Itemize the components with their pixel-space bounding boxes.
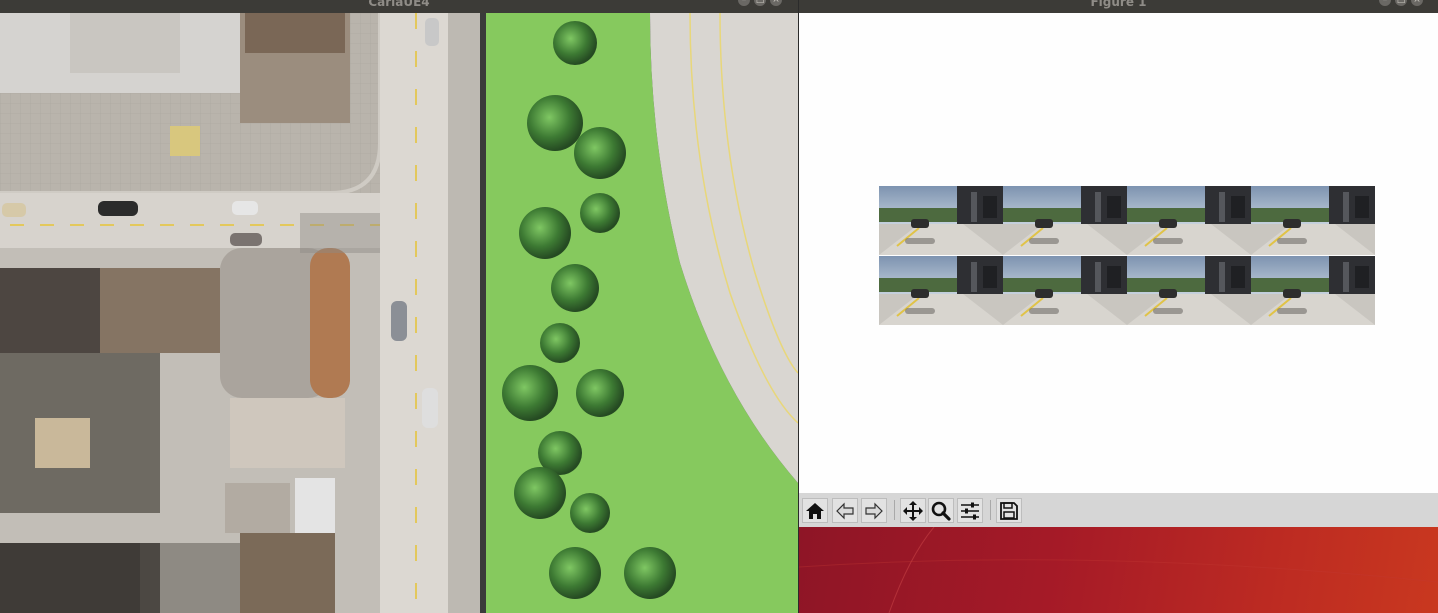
floppy-disk-icon — [1000, 501, 1018, 520]
camera-image-4 — [1251, 186, 1375, 255]
configure-subplots-button[interactable] — [957, 498, 983, 523]
camera-image-8 — [1251, 256, 1375, 325]
camera-image-1 — [879, 186, 1003, 255]
desktop-wallpaper — [799, 527, 1438, 613]
carla-top-down-view[interactable] — [0, 13, 798, 613]
back-button[interactable] — [832, 498, 858, 523]
move-icon — [903, 500, 923, 521]
camera-image-grid — [879, 186, 1375, 325]
carla-titlebar: CarlaUE4 – □ × — [0, 0, 798, 13]
arrow-right-icon — [865, 502, 883, 519]
camera-image-7 — [1127, 256, 1251, 325]
close-button[interactable]: × — [1411, 0, 1423, 6]
figure-window-title: Figure 1 — [1090, 0, 1147, 9]
save-button[interactable] — [996, 498, 1022, 523]
maximize-button[interactable]: □ — [754, 0, 766, 6]
figure-window: Figure 1 – □ × — [799, 0, 1438, 613]
forward-button[interactable] — [861, 498, 887, 523]
camera-image-2 — [1003, 186, 1127, 255]
carla-window: CarlaUE4 – □ × — [0, 0, 798, 613]
arrow-left-icon — [836, 502, 854, 519]
close-button[interactable]: × — [770, 0, 782, 6]
toolbar-separator — [990, 500, 991, 520]
carla-window-title: CarlaUE4 — [368, 0, 430, 9]
home-button[interactable] — [802, 498, 828, 523]
camera-image-5 — [879, 256, 1003, 325]
home-icon — [806, 502, 824, 519]
sliders-icon — [961, 502, 979, 519]
camera-image-6 — [1003, 256, 1127, 325]
maximize-button[interactable]: □ — [1395, 0, 1407, 6]
carla-scene — [0, 13, 798, 613]
camera-image-3 — [1127, 186, 1251, 255]
figure-canvas[interactable] — [799, 13, 1438, 493]
zoom-button[interactable] — [928, 498, 954, 523]
desktop-background — [799, 527, 1438, 613]
navigation-toolbar — [799, 493, 1438, 527]
toolbar-separator — [894, 500, 895, 520]
pan-button[interactable] — [900, 498, 926, 523]
minimize-button[interactable]: – — [738, 0, 750, 6]
magnifier-icon — [931, 501, 951, 521]
minimize-button[interactable]: – — [1379, 0, 1391, 6]
figure-titlebar: Figure 1 – □ × — [799, 0, 1438, 13]
